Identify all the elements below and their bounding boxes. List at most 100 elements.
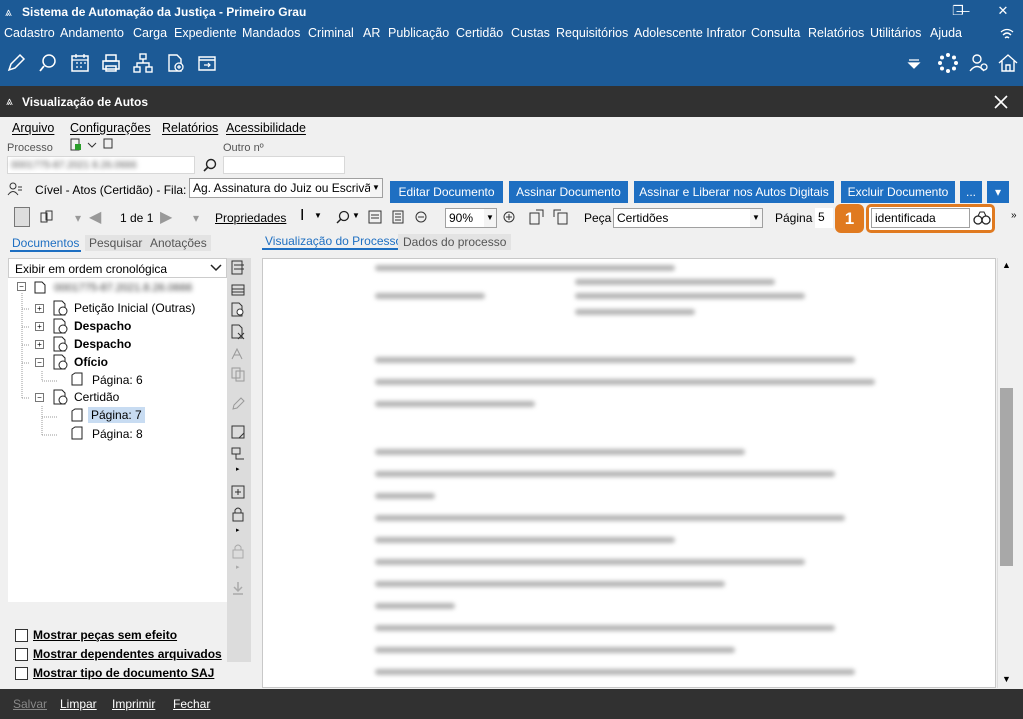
search-text-input[interactable]: identificada: [871, 208, 970, 228]
menu-ar[interactable]: AR: [363, 26, 380, 40]
tree-item-certidao[interactable]: Certidão: [74, 390, 119, 404]
previous-page-icon[interactable]: ◀: [89, 207, 101, 227]
menu-relatorios[interactable]: Relatórios: [808, 26, 864, 40]
menu-publicacao[interactable]: Publicação: [388, 26, 449, 40]
fechar-button[interactable]: Fechar: [173, 697, 210, 711]
label-pecas-sem-efeito[interactable]: Mostrar peças sem efeito: [33, 628, 177, 642]
limpar-button[interactable]: Limpar: [60, 697, 97, 711]
scrollbar-thumb[interactable]: [1000, 388, 1013, 566]
calendar-icon[interactable]: [69, 52, 91, 74]
chevron-down-icon[interactable]: ▼: [314, 211, 322, 220]
last-page-icon[interactable]: ▾: [193, 211, 199, 225]
tab-dados-processo[interactable]: Dados do processo: [398, 234, 512, 250]
menu-configuracoes[interactable]: Configurações: [70, 121, 151, 135]
tab-anotacoes[interactable]: Anotações: [146, 235, 211, 251]
tab-visualizacao[interactable]: Visualização do Processo: [262, 234, 406, 250]
expand-toggle[interactable]: +: [35, 340, 44, 349]
zoom-search-icon[interactable]: [336, 210, 350, 224]
add-document-icon[interactable]: [164, 52, 186, 74]
menu-criminal[interactable]: Criminal: [308, 26, 354, 40]
chevron-down-icon[interactable]: ▼: [352, 211, 360, 220]
editar-documento-button[interactable]: Editar Documento: [390, 181, 503, 203]
propriedades-button[interactable]: Propriedades: [215, 211, 286, 225]
tree-item-peticao[interactable]: Petição Inicial (Outras): [74, 301, 195, 315]
doc-view-toggle[interactable]: [14, 207, 30, 227]
tree-add-icon[interactable]: [230, 446, 246, 462]
processo-input[interactable]: 0001775-87.2021 8.26.0666: [7, 156, 195, 174]
menu-mandados[interactable]: Mandados: [242, 26, 300, 40]
menu-acessibilidade[interactable]: Acessibilidade: [226, 121, 306, 135]
zoom-in-icon[interactable]: [503, 211, 515, 223]
add-box-icon[interactable]: [230, 484, 246, 500]
download-icon[interactable]: [230, 580, 246, 596]
menu-adolescente-infrator[interactable]: Adolescente Infrator: [634, 26, 746, 40]
text-cursor-icon[interactable]: I: [300, 207, 304, 225]
salvar-button[interactable]: Salvar: [13, 697, 47, 711]
fila-select[interactable]: Ag. Assinatura do Juiz ou Escrivão ▼: [189, 178, 383, 198]
assinar-documento-button[interactable]: Assinar Documento: [509, 181, 628, 203]
fit-page-icon[interactable]: [391, 210, 405, 224]
scroll-up-icon[interactable]: ▲: [1002, 260, 1011, 270]
search-process-icon[interactable]: [203, 158, 217, 172]
tree-item-oficio[interactable]: Ofício: [74, 355, 108, 369]
tab-documentos[interactable]: Documentos: [10, 236, 82, 252]
order-select[interactable]: Exibir em ordem cronológica: [8, 258, 227, 278]
collapse-toggle[interactable]: −: [35, 393, 44, 402]
printer-icon[interactable]: [100, 52, 122, 74]
more-actions-button[interactable]: ...: [960, 181, 982, 203]
binoculars-icon[interactable]: [973, 211, 991, 225]
restore-button[interactable]: ❐: [938, 0, 978, 24]
menu-requisitorios[interactable]: Requisitórios: [556, 26, 628, 40]
toolbar-overflow-icon[interactable]: »: [1011, 210, 1017, 221]
imprimir-button[interactable]: Imprimir: [112, 697, 155, 711]
note-icon[interactable]: [230, 424, 246, 440]
tree-item-pagina-8[interactable]: Página: 8: [92, 427, 143, 441]
search-document-icon[interactable]: [37, 52, 59, 74]
assinar-liberar-button[interactable]: Assinar e Liberar nos Autos Digitais: [634, 181, 834, 203]
menu-cadastro[interactable]: Cadastro: [4, 26, 55, 40]
expand-toggle[interactable]: +: [35, 304, 44, 313]
rotate-right-icon[interactable]: [552, 209, 568, 225]
edit-pen-icon[interactable]: [230, 396, 246, 412]
pagina-input[interactable]: 5: [815, 208, 833, 228]
edit-icon[interactable]: [5, 52, 27, 74]
dropdown-menu-icon[interactable]: [903, 52, 925, 74]
tree-item-pagina-6[interactable]: Página: 6: [92, 373, 143, 387]
certified-document-icon[interactable]: [230, 302, 246, 318]
menu-andamento[interactable]: Andamento: [60, 26, 124, 40]
expand-toggle[interactable]: +: [35, 322, 44, 331]
checkbox-dependentes-arquivados[interactable]: [15, 648, 28, 661]
checkbox-tipo-documento-saj[interactable]: [15, 667, 28, 680]
process-options-icon[interactable]: [70, 138, 118, 152]
sign-icon[interactable]: [230, 346, 246, 362]
tree-item-despacho-2[interactable]: Despacho: [74, 337, 131, 351]
scroll-down-icon[interactable]: ▼: [1002, 674, 1011, 684]
close-window-button[interactable]: ✕: [983, 0, 1023, 24]
zoom-out-icon[interactable]: [415, 211, 427, 223]
menu-carga[interactable]: Carga: [133, 26, 167, 40]
tree-item-despacho-1[interactable]: Despacho: [74, 319, 131, 333]
lock-icon[interactable]: [230, 506, 246, 522]
close-inner-icon[interactable]: [994, 95, 1008, 109]
lock-disabled-icon[interactable]: [230, 543, 246, 559]
home-icon[interactable]: [997, 52, 1019, 74]
tab-pesquisar[interactable]: Pesquisar: [85, 235, 147, 251]
first-page-icon[interactable]: ▾: [75, 211, 81, 225]
remove-document-icon[interactable]: [230, 324, 246, 340]
hierarchy-icon[interactable]: [132, 52, 154, 74]
rotate-left-icon[interactable]: [529, 209, 545, 225]
menu-relatorios-inner[interactable]: Relatórios: [162, 121, 218, 135]
expand-actions-button[interactable]: ▾: [987, 181, 1009, 203]
vertical-scrollbar[interactable]: ▲ ▼: [997, 258, 1014, 688]
peca-select[interactable]: Certidões ▼: [613, 208, 763, 228]
excluir-documento-button[interactable]: Excluir Documento: [841, 181, 955, 203]
expand-arrow-icon[interactable]: ▸: [236, 526, 240, 534]
copy-icon[interactable]: [230, 366, 246, 382]
next-page-icon[interactable]: ▶: [160, 207, 172, 227]
checkbox-pecas-sem-efeito[interactable]: [15, 629, 28, 642]
tree-root-label[interactable]: 0001775-87.2021.8.26.0666: [54, 282, 192, 294]
collapse-root-toggle[interactable]: −: [17, 282, 26, 291]
menu-utilitarios[interactable]: Utilitários: [870, 26, 921, 40]
menu-certidao[interactable]: Certidão: [456, 26, 503, 40]
split-view-icon[interactable]: [40, 210, 54, 224]
